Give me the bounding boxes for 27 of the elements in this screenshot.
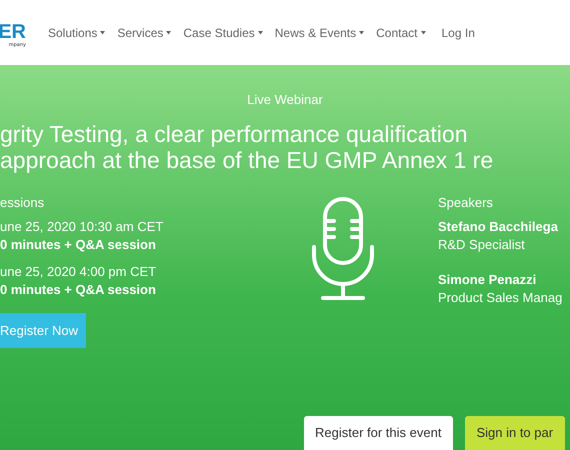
nav-link[interactable]: Services (117, 26, 172, 40)
sessions-heading: essions (0, 195, 44, 210)
session-date: une 25, 2020 4:00 pm CET (0, 263, 156, 281)
nav-link[interactable]: Case Studies (183, 26, 263, 40)
session-duration: 0 minutes + Q&A session (0, 281, 156, 299)
speaker-role: R&D Specialist (438, 236, 526, 254)
eyebrow-text: Live Webinar (246, 91, 324, 107)
speaker-role: Product Sales Manag (438, 289, 562, 307)
caret-icon (100, 30, 106, 34)
session-date: une 25, 2020 10:30 am CET (0, 218, 164, 236)
webinar-title: approach at the base of the EU GMP Annex 1 re (0, 147, 494, 173)
caret-icon (420, 30, 426, 34)
speakers-heading: Speakers (438, 195, 494, 210)
nav-link[interactable]: News & Events (274, 26, 364, 40)
event-tab[interactable]: Sign in to par (465, 416, 566, 450)
microphone-icon (310, 197, 376, 301)
caret-icon (359, 30, 364, 34)
caret-icon (166, 30, 172, 34)
session-duration: 0 minutes + Q&A session (0, 236, 157, 254)
nav-link[interactable]: Contact (376, 26, 426, 40)
nav-link[interactable]: Solutions (48, 26, 106, 40)
speaker-name: Simone Penazzi (438, 271, 538, 289)
nav-link[interactable]: Log In (442, 26, 475, 40)
event-tab[interactable]: Register for this event (304, 416, 454, 450)
speaker-name: Stefano Bacchilega (438, 218, 559, 236)
webinar-title: grity Testing, a clear performance qualification (0, 121, 468, 147)
caret-icon (258, 30, 263, 34)
